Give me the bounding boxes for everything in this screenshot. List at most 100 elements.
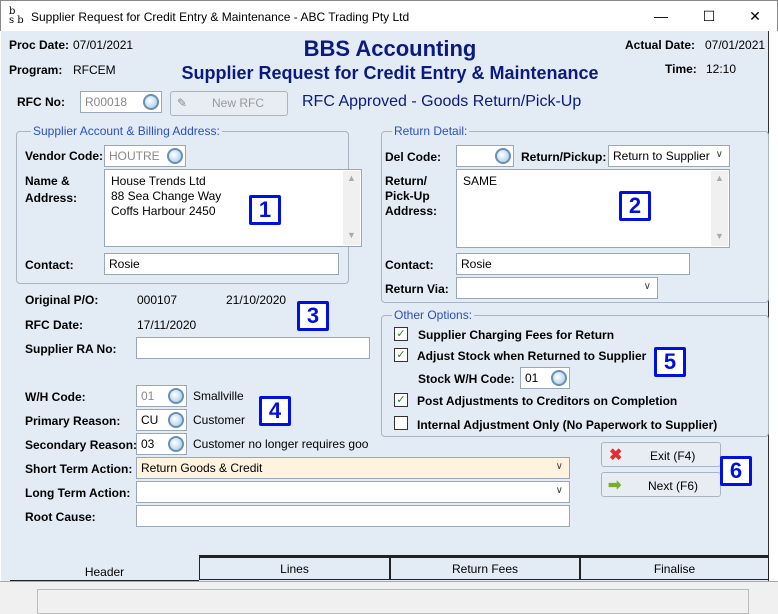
maximize-button[interactable]: ☐ <box>689 5 729 27</box>
long-term-select[interactable]: ∨ <box>136 481 570 503</box>
search-icon[interactable] <box>168 412 184 428</box>
search-icon[interactable] <box>167 148 183 164</box>
name-address-textarea[interactable]: House Trends Ltd 88 Sea Change Way Coffs… <box>104 169 362 247</box>
long-term-label: Long Term Action: <box>25 486 131 500</box>
app-logo-icon: bs b <box>9 6 24 26</box>
program: RFCEM <box>73 63 116 77</box>
chevron-down-icon: ∨ <box>715 149 723 160</box>
short-term-label: Short Term Action: <box>25 462 133 476</box>
proc-date: 07/01/2021 <box>73 38 134 52</box>
return-via-label: Return Via: <box>385 282 449 296</box>
del-code-label: Del Code: <box>385 150 442 164</box>
secondary-reason-name: Customer no longer requires goo <box>193 437 369 451</box>
tab-header[interactable]: Header <box>10 558 199 581</box>
tab-lines[interactable]: Lines <box>199 556 390 580</box>
secondary-reason-input[interactable]: 03 <box>136 433 187 455</box>
stock-wh-label: Stock W/H Code: <box>418 372 515 386</box>
vendor-code-value: HOUTRE <box>109 149 160 163</box>
actual-date-label: Actual Date: <box>625 38 696 52</box>
badge-1: 1 <box>249 195 281 225</box>
scrollbar[interactable]: ▲ ▼ <box>711 171 728 246</box>
wh-code-input[interactable]: 01 <box>136 385 187 407</box>
return-contact-input[interactable]: Rosie <box>456 253 690 275</box>
address-line: Coffs Harbour 2450 <box>111 204 216 218</box>
rfc-date-label: RFC Date: <box>25 318 84 332</box>
wh-name: Smallville <box>193 389 244 403</box>
checkbox-adjust-stock[interactable]: ✓ <box>394 348 408 362</box>
return-address-value: SAME <box>463 174 498 188</box>
checkbox-charging-fees[interactable]: ✓ <box>394 327 408 341</box>
other-options-title: Other Options: <box>392 308 475 322</box>
next-label: Next (F6) <box>648 479 699 493</box>
close-button[interactable]: ✕ <box>735 5 775 27</box>
internal-adjustment-label: Internal Adjustment Only (No Paperwork t… <box>417 418 718 432</box>
root-cause-label: Root Cause: <box>25 510 96 524</box>
rfc-date: 17/11/2020 <box>137 318 197 332</box>
supplier-ra-input[interactable] <box>136 337 370 359</box>
exit-button[interactable]: ✖ Exit (F4) <box>601 442 721 467</box>
return-address-textarea[interactable]: SAME ▲ ▼ <box>456 169 730 248</box>
edit-icon: ✎ <box>177 96 188 110</box>
search-icon[interactable] <box>551 370 567 386</box>
contact-input[interactable]: Rosie <box>104 253 339 275</box>
del-code-input[interactable] <box>456 145 514 167</box>
return-via-select[interactable]: ∨ <box>456 277 658 299</box>
checkbox-post-adjustments[interactable]: ✓ <box>394 393 408 407</box>
primary-reason-name: Customer <box>193 413 246 427</box>
primary-reason-input[interactable]: CU <box>136 409 187 431</box>
badge-3: 3 <box>297 301 329 331</box>
tab-return-fees[interactable]: Return Fees <box>390 556 580 580</box>
vendor-code-label: Vendor Code: <box>25 149 104 163</box>
secondary-reason-value: 03 <box>141 437 155 451</box>
chevron-down-icon: ∨ <box>555 485 563 496</box>
supplier-ra-label: Supplier RA No: <box>25 342 117 356</box>
return-pickup-select[interactable]: Return to Supplier ∨ <box>608 145 730 167</box>
vendor-code-input[interactable]: HOUTRE <box>104 145 186 167</box>
stock-wh-input[interactable]: 01 <box>520 367 570 389</box>
return-pickup-label: Return/Pickup: <box>521 150 607 164</box>
original-po: 000107 <box>137 293 178 307</box>
badge-2: 2 <box>619 191 651 221</box>
post-adjustments-label: Post Adjustments to Creditors on Complet… <box>417 394 678 408</box>
search-icon[interactable] <box>168 436 184 452</box>
adjust-stock-label: Adjust Stock when Returned to Supplier <box>417 349 647 363</box>
short-term-select[interactable]: Return Goods & Credit ∨ <box>136 457 570 479</box>
wh-code-value: 01 <box>141 389 155 403</box>
rfc-no-value: R00018 <box>85 95 128 109</box>
app-title: BBS Accounting <box>303 36 477 61</box>
address-line: 88 Sea Change Way <box>111 189 222 203</box>
search-icon[interactable] <box>495 148 511 164</box>
status-panel <box>37 589 749 614</box>
tab-finalise[interactable]: Finalise <box>580 556 769 580</box>
search-icon[interactable] <box>143 94 159 110</box>
rfc-no-label: RFC No: <box>17 95 65 109</box>
charging-fees-label: Supplier Charging Fees for Return <box>418 328 615 342</box>
search-icon[interactable] <box>168 388 184 404</box>
address-line: House Trends Ltd <box>111 174 206 188</box>
stock-wh-value: 01 <box>525 371 539 385</box>
name-label: Name & <box>25 174 70 188</box>
new-rfc-button[interactable]: ✎ New RFC <box>170 91 288 116</box>
minimize-button[interactable]: — <box>641 5 681 27</box>
program-label: Program: <box>9 63 63 77</box>
scrollbar[interactable]: ▲ ▼ <box>343 171 360 245</box>
return-address-label: Return/Pick-Up Address: <box>385 174 438 218</box>
page-title: Supplier Request for Credit Entry & Main… <box>181 63 599 83</box>
return-detail-title: Return Detail: <box>392 124 470 138</box>
short-term-value: Return Goods & Credit <box>141 461 263 475</box>
proc-date-label: Proc Date: <box>9 38 70 52</box>
checkbox-internal-adjustment[interactable] <box>394 416 408 430</box>
wh-code-label: W/H Code: <box>25 390 86 404</box>
window-title: Supplier Request for Credit Entry & Main… <box>31 10 410 24</box>
exit-label: Exit (F4) <box>650 449 696 463</box>
close-x-icon: ✖ <box>609 447 623 464</box>
time-label: Time: <box>665 62 697 76</box>
root-cause-input[interactable] <box>136 505 570 527</box>
rfc-status: RFC Approved - Goods Return/Pick-Up <box>302 93 582 110</box>
badge-6: 6 <box>720 456 752 486</box>
contact-label: Contact: <box>25 258 74 272</box>
primary-reason-label: Primary Reason: <box>25 414 121 428</box>
next-button[interactable]: ➡ Next (F6) <box>601 472 721 497</box>
rfc-no-input[interactable]: R00018 <box>80 91 162 113</box>
badge-4: 4 <box>259 396 291 426</box>
